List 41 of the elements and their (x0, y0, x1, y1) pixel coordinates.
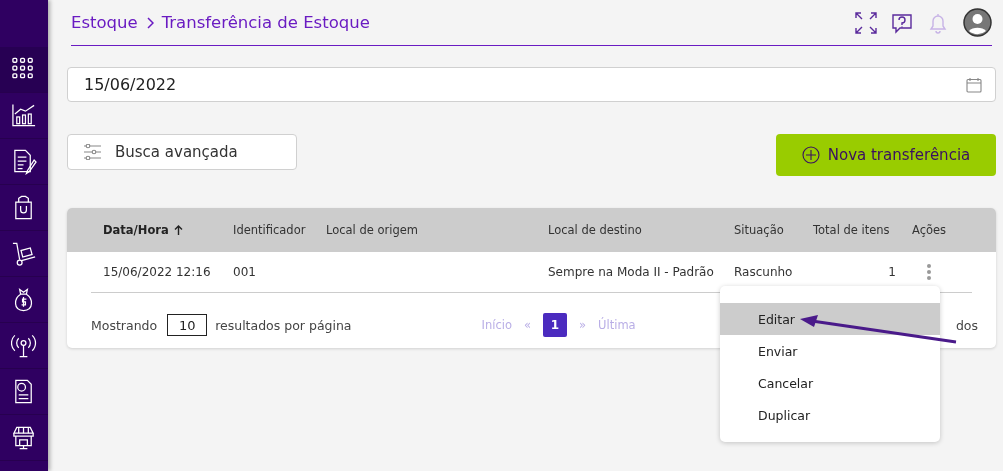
page-button[interactable]: 1 (543, 313, 567, 337)
column-header[interactable]: Total de itens (813, 223, 890, 237)
table-cell-text: 15/06/2022 12:16 (103, 264, 212, 281)
sliders-icon (83, 144, 101, 160)
page-size-field[interactable]: 10 (167, 314, 208, 336)
column-header[interactable]: Local de origem (326, 223, 419, 237)
table-cell-text: 1 (887, 264, 896, 281)
plus-circle-icon (801, 146, 820, 164)
avatar-icon[interactable] (963, 8, 992, 37)
hand-truck-icon (11, 240, 37, 267)
column-header[interactable]: Local de destino (548, 223, 642, 237)
pagination-label: resultados por página (215, 317, 352, 333)
results-summary: dos (955, 317, 978, 333)
fullscreen-icon[interactable] (855, 11, 877, 34)
help-chat-icon[interactable] (891, 11, 913, 34)
date-field[interactable]: 15/06/2022 (67, 67, 996, 102)
pagination-label: Mostrando (91, 317, 158, 333)
column-header[interactable]: Ações (912, 223, 947, 237)
table-cell-text: Rascunho (734, 264, 794, 281)
calendar-icon[interactable] (966, 77, 982, 93)
new-transfer-button[interactable]: Nova transferência (776, 134, 996, 176)
store-icon (11, 424, 37, 451)
more-vertical-icon[interactable] (926, 263, 932, 281)
advanced-search-button[interactable]: Busca avançada (67, 134, 297, 170)
antenna-icon (11, 332, 37, 359)
breadcrumb-link[interactable]: Transferência de Estoque (161, 13, 370, 32)
breadcrumb-link[interactable]: Estoque (71, 13, 138, 32)
column-header[interactable]: Data/Hora (103, 223, 169, 237)
table-cell-text: Sempre na Moda II - Padrão (548, 264, 715, 281)
menu-item[interactable]: Editar (720, 303, 940, 335)
document-pen-icon (11, 148, 37, 175)
table-cell-text: 001 (233, 264, 257, 281)
sort-arrow-icon[interactable] (173, 225, 183, 235)
menu-item[interactable]: Enviar (720, 335, 940, 367)
bar-chart-icon (11, 102, 37, 129)
menu-item[interactable]: Duplicar (720, 399, 940, 431)
column-header[interactable]: Identificador (233, 223, 306, 237)
column-header[interactable]: Situação (734, 223, 784, 237)
sidebar-item[interactable] (0, 47, 48, 93)
chevron-icon (145, 16, 154, 29)
menu-item[interactable]: Cancelar (720, 367, 940, 399)
